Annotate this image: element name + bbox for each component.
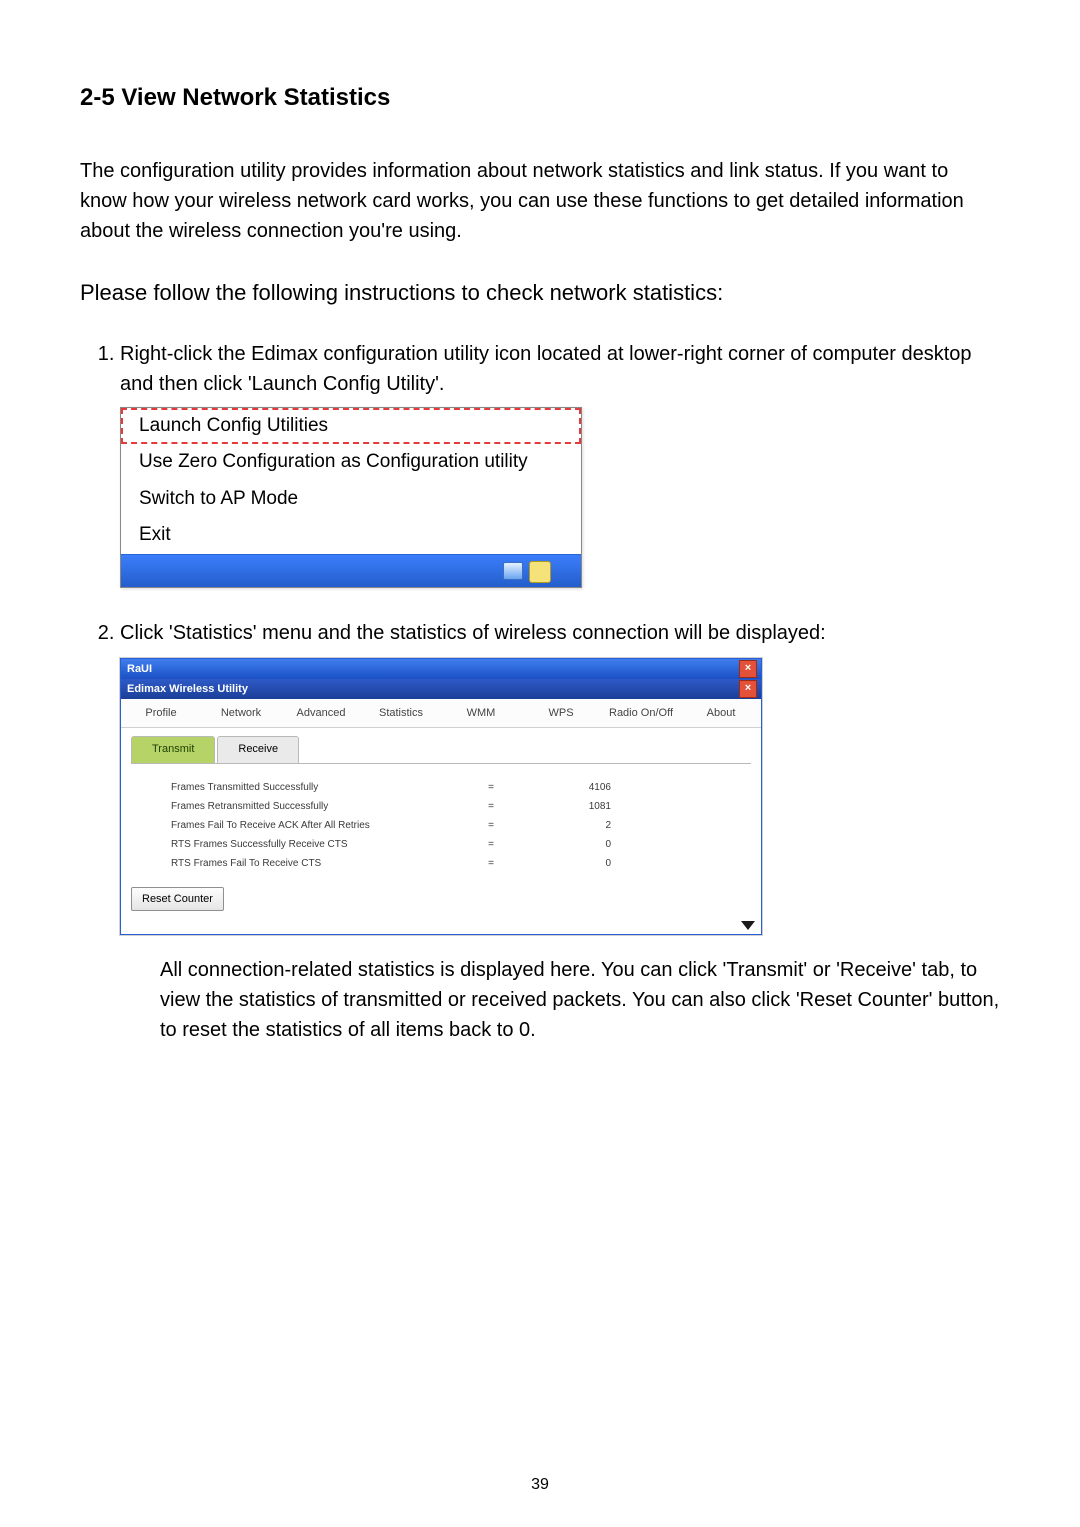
tab-transmit[interactable]: Transmit [131, 736, 215, 763]
stat-value: 0 [531, 837, 611, 852]
outer-title: RaUI [127, 661, 152, 678]
instruction-line: Please follow the following instructions… [80, 276, 1000, 309]
tray-app-icon[interactable] [529, 561, 551, 583]
inner-close-icon[interactable]: × [739, 680, 757, 698]
tabbar: Transmit Receive [131, 736, 751, 764]
ctx-launch-config[interactable]: Launch Config Utilities [121, 408, 581, 445]
menu-wps[interactable]: WPS [521, 699, 601, 728]
table-row: RTS Frames Successfully Receive CTS = 0 [171, 835, 751, 854]
stat-value: 0 [531, 856, 611, 871]
steps-list: Right-click the Edimax configuration uti… [80, 339, 1000, 1046]
step-2: Click 'Statistics' menu and the statisti… [120, 618, 1000, 1046]
table-row: Frames Retransmitted Successfully = 1081 [171, 797, 751, 816]
context-menu: Launch Config Utilities Use Zero Configu… [120, 407, 582, 588]
closing-paragraph: All connection-related statistics is dis… [120, 955, 1000, 1045]
step-1-text: Right-click the Edimax configuration uti… [120, 343, 972, 395]
section-heading: 2-5 View Network Statistics [80, 80, 1000, 116]
stat-label: Frames Transmitted Successfully [171, 780, 451, 795]
stat-value: 1081 [531, 799, 611, 814]
stat-label: Frames Fail To Receive ACK After All Ret… [171, 818, 451, 833]
stats-block: Frames Transmitted Successfully = 4106 F… [121, 764, 761, 879]
inner-titlebar: Edimax Wireless Utility × [121, 679, 761, 699]
table-row: RTS Frames Fail To Receive CTS = 0 [171, 854, 751, 873]
step-1: Right-click the Edimax configuration uti… [120, 339, 1000, 588]
stat-label: RTS Frames Fail To Receive CTS [171, 856, 451, 871]
ctx-switch-ap[interactable]: Switch to AP Mode [121, 481, 581, 518]
outer-titlebar: RaUI × [121, 659, 761, 679]
equals-sign: = [451, 856, 531, 871]
menu-profile[interactable]: Profile [121, 699, 201, 728]
menu-advanced[interactable]: Advanced [281, 699, 361, 728]
tray-monitor-icon[interactable] [503, 562, 523, 580]
menu-statistics[interactable]: Statistics [361, 699, 441, 728]
menu-network[interactable]: Network [201, 699, 281, 728]
equals-sign: = [451, 780, 531, 795]
tab-receive[interactable]: Receive [217, 736, 299, 763]
menu-radio[interactable]: Radio On/Off [601, 699, 681, 728]
stat-value: 4106 [531, 780, 611, 795]
window-footer [121, 921, 761, 934]
equals-sign: = [451, 818, 531, 833]
intro-paragraph: The configuration utility provides infor… [80, 156, 1000, 246]
inner-title: Edimax Wireless Utility [127, 681, 248, 698]
ctx-use-zero[interactable]: Use Zero Configuration as Configuration … [121, 444, 581, 481]
stat-value: 2 [531, 818, 611, 833]
page-number: 39 [0, 1473, 1080, 1497]
stat-label: RTS Frames Successfully Receive CTS [171, 837, 451, 852]
table-row: Frames Transmitted Successfully = 4106 [171, 778, 751, 797]
menu-wmm[interactable]: WMM [441, 699, 521, 728]
menu-about[interactable]: About [681, 699, 761, 728]
stat-label: Frames Retransmitted Successfully [171, 799, 451, 814]
ctx-exit[interactable]: Exit [121, 517, 581, 554]
taskbar [121, 554, 581, 587]
equals-sign: = [451, 837, 531, 852]
context-menu-figure: Launch Config Utilities Use Zero Configu… [120, 407, 1000, 588]
equals-sign: = [451, 799, 531, 814]
chevron-down-icon[interactable] [741, 921, 755, 930]
menubar: Profile Network Advanced Statistics WMM … [121, 699, 761, 729]
reset-counter-button[interactable]: Reset Counter [131, 887, 224, 912]
outer-close-icon[interactable]: × [739, 660, 757, 678]
step-2-text: Click 'Statistics' menu and the statisti… [120, 622, 826, 644]
table-row: Frames Fail To Receive ACK After All Ret… [171, 816, 751, 835]
utility-window: RaUI × Edimax Wireless Utility × Profile… [120, 658, 762, 936]
